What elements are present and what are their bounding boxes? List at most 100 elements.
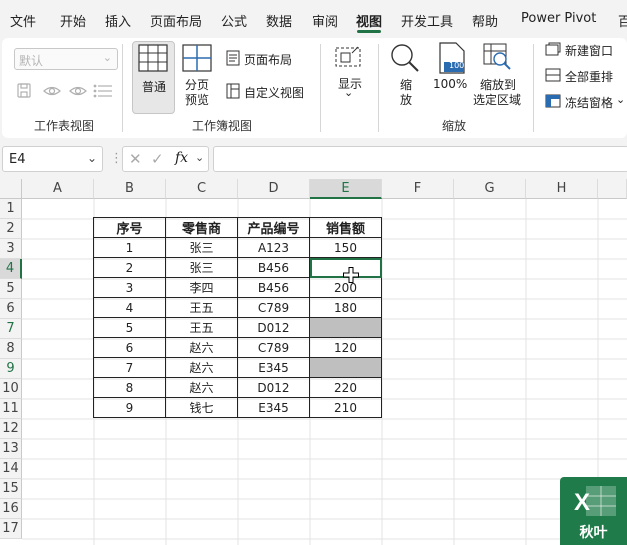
menu-help[interactable]: 帮助 [472,11,498,30]
column-header-partial[interactable] [598,179,627,199]
menu-home[interactable]: 开始 [60,11,86,30]
new-window-button[interactable]: 新建窗口 [565,42,613,59]
cell-sales[interactable] [309,357,382,378]
menu-view[interactable]: 视图 [356,11,382,30]
row-header-8[interactable]: 8 [0,339,22,359]
row-header-10[interactable]: 10 [0,379,22,399]
menu-data[interactable]: 数据 [266,11,292,30]
arrange-all-button[interactable]: 全部重排 [565,68,613,85]
column-header-a[interactable]: A [22,179,94,199]
select-all-corner[interactable] [0,179,22,199]
cell-sales[interactable]: 220 [309,377,382,398]
confirm-icon[interactable]: ✓ [151,150,164,168]
row-header-7[interactable]: 7 [0,319,22,339]
cell-id[interactable]: 7 [93,357,166,378]
page-layout-button[interactable]: 页面布局 [244,51,292,68]
page-break-preview-icon[interactable] [182,44,212,72]
row-header-9[interactable]: 9 [0,359,22,379]
row-header-11[interactable]: 11 [0,399,22,419]
menu-power-pivot[interactable]: Power Pivot [521,11,596,26]
table-row: 7 赵六 E345 [93,357,382,378]
header-sales[interactable]: 销售额 [309,217,382,238]
freeze-panes-button[interactable]: 冻结窗格 [565,94,613,111]
menu-insert[interactable]: 插入 [105,11,131,30]
header-retailer[interactable]: 零售商 [165,217,238,238]
column-header-c[interactable]: C [166,179,238,199]
formula-input[interactable] [213,146,627,172]
cell-retailer[interactable]: 张三 [165,237,238,258]
chevron-down-icon[interactable]: ⌄ [87,151,97,165]
row-header-16[interactable]: 16 [0,499,22,519]
cell-id[interactable]: 4 [93,297,166,318]
cell-product-code[interactable]: A123 [237,237,310,258]
menu-developer[interactable]: 开发工具 [401,11,453,30]
column-header-f[interactable]: F [382,179,454,199]
cell-id[interactable]: 9 [93,397,166,418]
row-header-1[interactable]: 1 [0,199,22,219]
cell-retailer[interactable]: 赵六 [165,377,238,398]
row-header-12[interactable]: 12 [0,419,22,439]
zoom-to-selection-label-2[interactable]: 选定区域 [473,91,521,108]
cell-id[interactable]: 3 [93,277,166,298]
column-header-d[interactable]: D [238,179,310,199]
insert-function-button[interactable]: fx [175,150,188,166]
normal-view-icon [138,44,168,72]
cell-retailer[interactable]: 赵六 [165,357,238,378]
cell-product-code[interactable]: B456 [237,277,310,298]
row-header-13[interactable]: 13 [0,439,22,459]
cell-retailer[interactable]: 李四 [165,277,238,298]
worksheet-grid[interactable]: ABCDEFGH 1 2 3 4 5 6 7 8 9 10 11 12 13 14 15 16 17 序号 零售… [0,179,627,545]
header-id[interactable]: 序号 [93,217,166,238]
row-header-3[interactable]: 3 [0,239,22,259]
row-header-6[interactable]: 6 [0,299,22,319]
cell-product-code[interactable]: E345 [237,357,310,378]
cell-sales[interactable]: 150 [309,237,382,258]
cell-id[interactable]: 1 [93,237,166,258]
column-header-g[interactable]: G [454,179,526,199]
chevron-down-icon[interactable]: ⌄ [195,151,204,164]
custom-views-button[interactable]: 自定义视图 [244,84,304,101]
cancel-icon[interactable]: ✕ [129,150,142,168]
row-header-17[interactable]: 17 [0,519,22,539]
cell-sales[interactable] [309,317,382,338]
cell-retailer[interactable]: 张三 [165,257,238,278]
menu-page-layout[interactable]: 页面布局 [150,11,202,30]
row-header-2[interactable]: 2 [0,219,22,239]
menu-file[interactable]: 文件 [10,11,36,30]
row-header-5[interactable]: 5 [0,279,22,299]
cell-product-code[interactable]: D012 [237,377,310,398]
cell-retailer[interactable]: 钱七 [165,397,238,418]
cell-id[interactable]: 5 [93,317,166,338]
header-product-code[interactable]: 产品编号 [237,217,310,238]
show-chevron-icon[interactable]: ⌄ [344,86,353,99]
cell-product-code[interactable]: C789 [237,297,310,318]
sheet-view-dropdown[interactable]: 默认 ⌄ [14,48,118,70]
menu-review[interactable]: 审阅 [312,11,338,30]
cell-sales[interactable]: 180 [309,297,382,318]
cell-product-code[interactable]: C789 [237,337,310,358]
cell-product-code[interactable]: B456 [237,257,310,278]
row-header-4[interactable]: 4 [0,259,22,279]
name-box[interactable]: E4 ⌄ [2,146,103,172]
cell-sales[interactable]: 210 [309,397,382,418]
zoom-label-2[interactable]: 放 [400,91,412,108]
cell-retailer[interactable]: 王五 [165,317,238,338]
menu-more[interactable]: 百 [618,11,627,30]
column-header-b[interactable]: B [94,179,166,199]
row-header-14[interactable]: 14 [0,459,22,479]
cell-product-code[interactable]: E345 [237,397,310,418]
cell-sales[interactable]: 120 [309,337,382,358]
cell-product-code[interactable]: D012 [237,317,310,338]
cursor-icon [343,267,359,283]
freeze-panes-chevron-icon[interactable]: ⌄ [616,93,625,106]
zoom-100-button[interactable]: 100% [433,77,467,91]
column-header-h[interactable]: H [526,179,598,199]
cell-id[interactable]: 6 [93,337,166,358]
cell-retailer[interactable]: 赵六 [165,337,238,358]
cell-id[interactable]: 2 [93,257,166,278]
column-header-e[interactable]: E [310,179,382,199]
cell-retailer[interactable]: 王五 [165,297,238,318]
row-header-15[interactable]: 15 [0,479,22,499]
menu-formulas[interactable]: 公式 [221,11,247,30]
cell-id[interactable]: 8 [93,377,166,398]
